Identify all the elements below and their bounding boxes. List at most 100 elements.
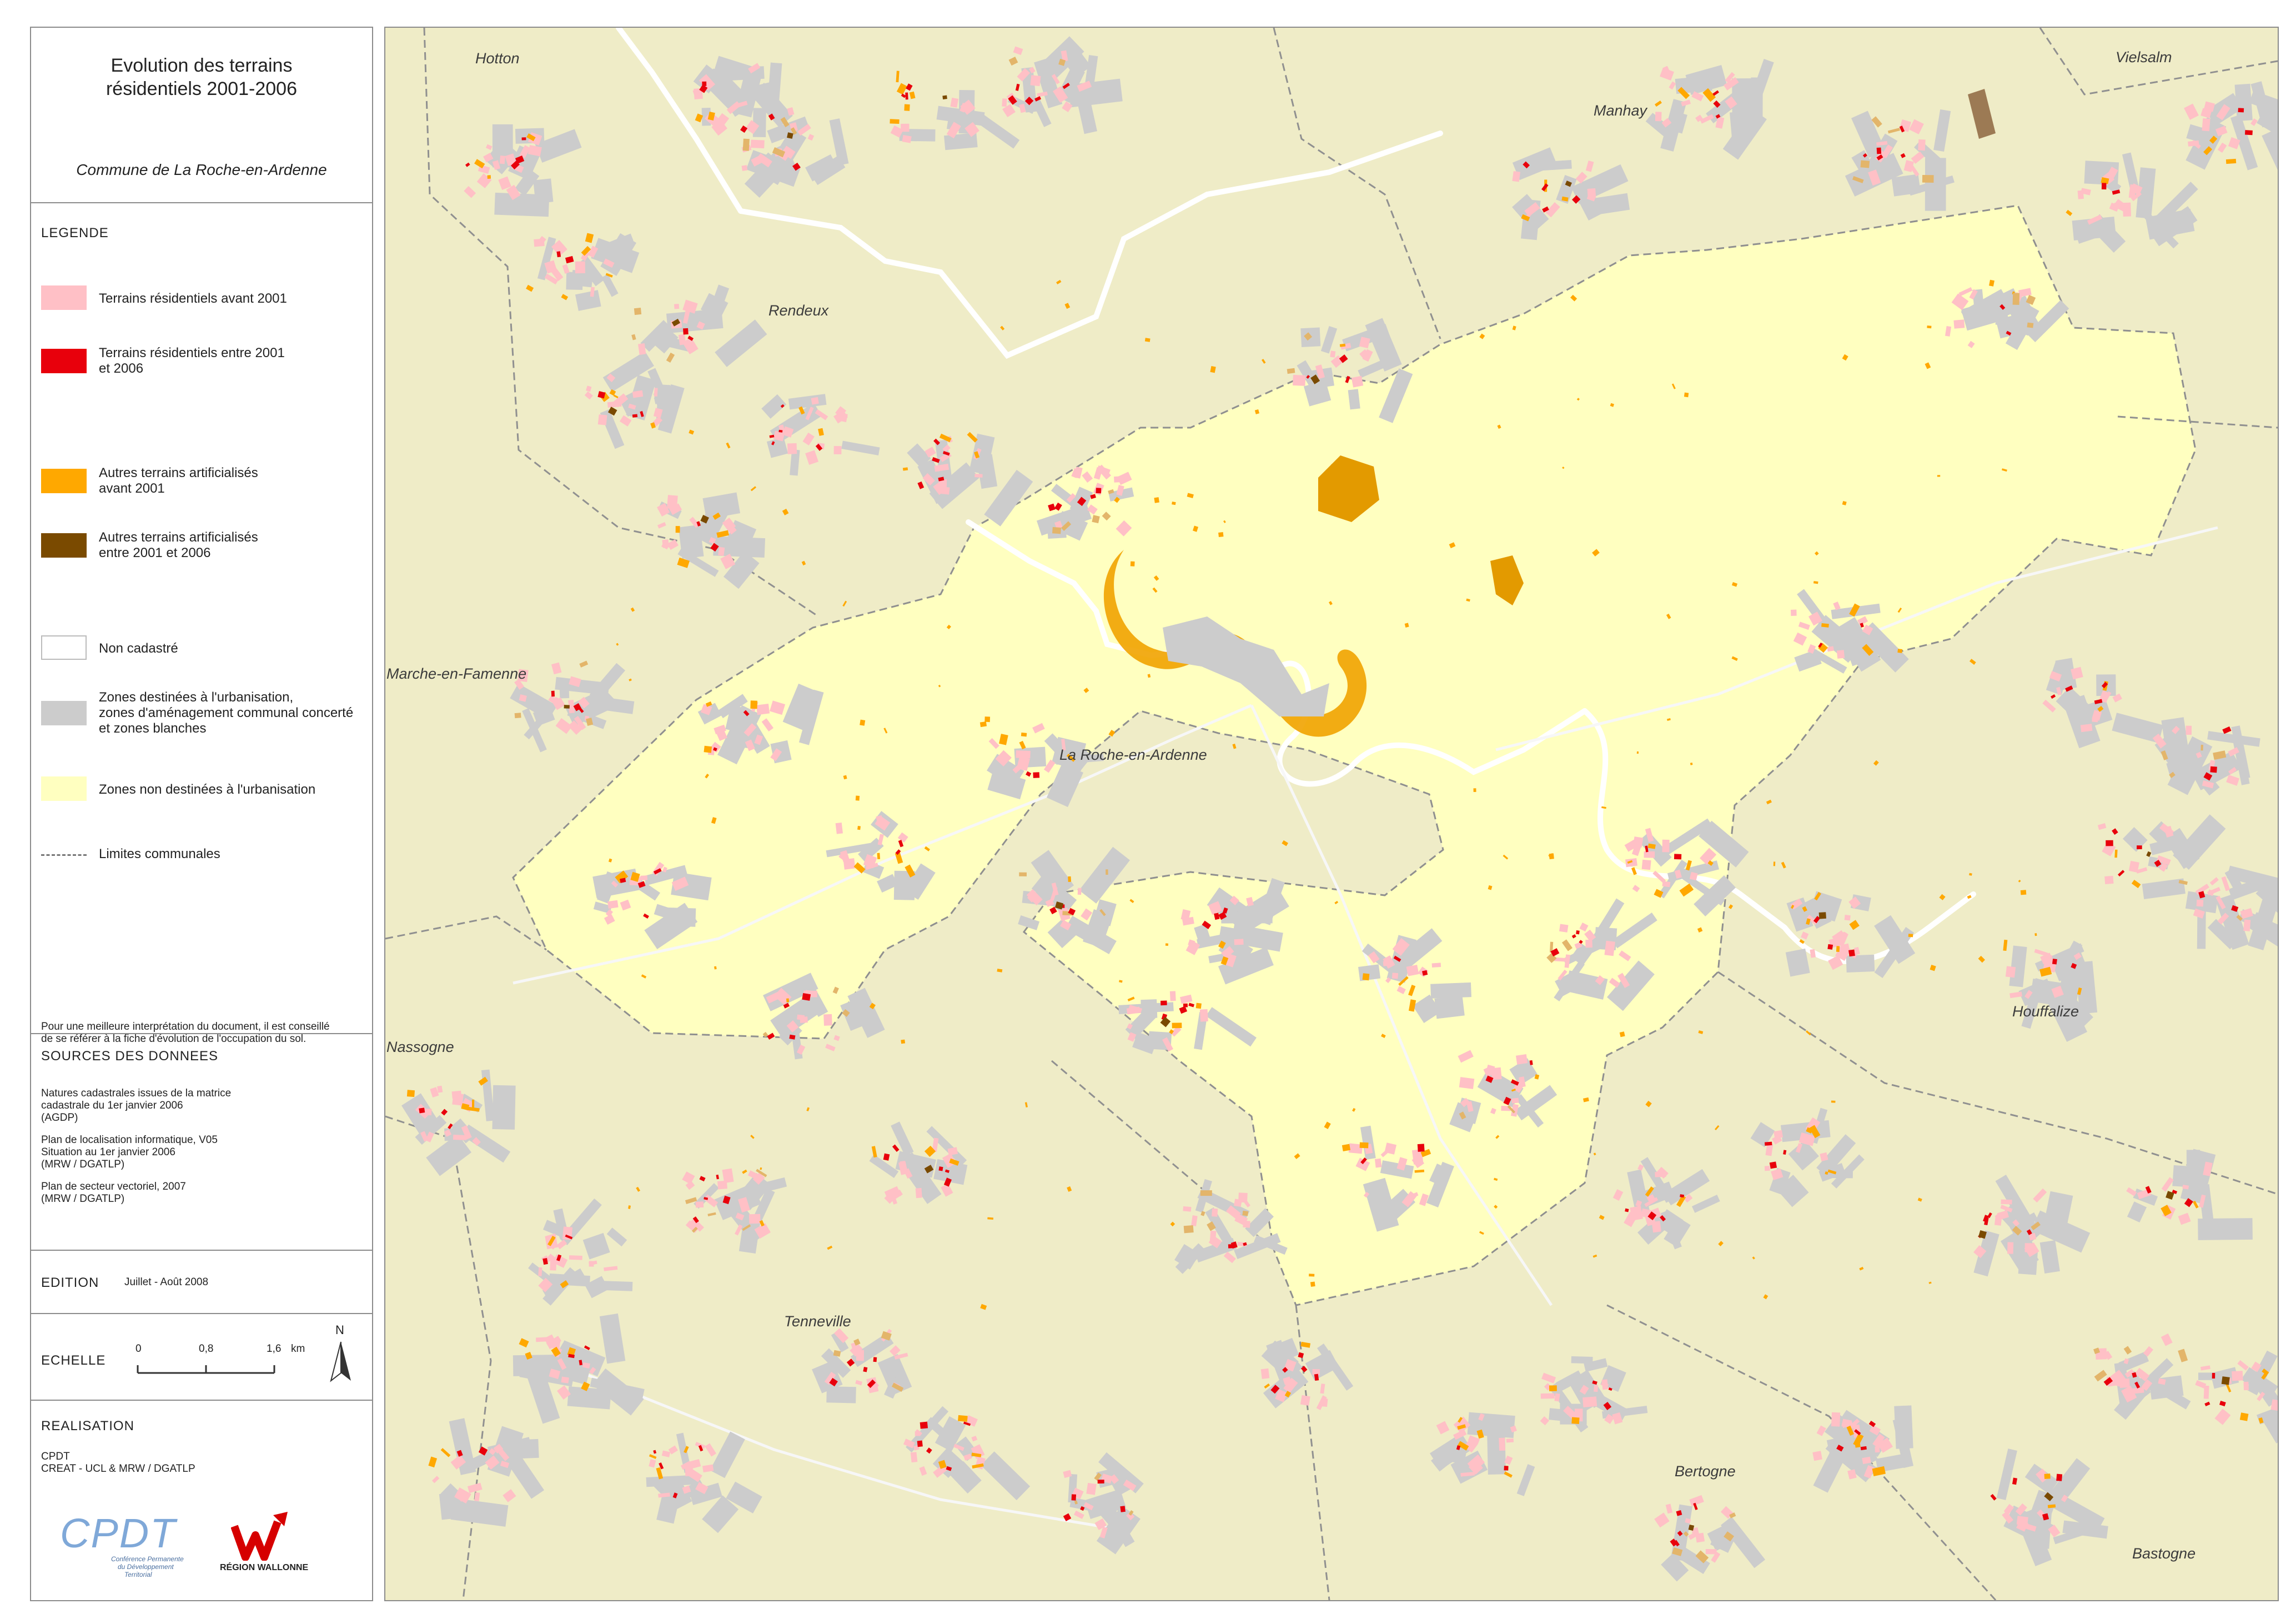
residential-parcel — [695, 1201, 704, 1208]
artificial-parcel — [2012, 293, 2020, 305]
place-hotton: Hotton — [475, 50, 520, 67]
north-label: N — [335, 1323, 344, 1337]
residential-parcel — [741, 165, 748, 171]
legend-label-non-cadastre: Non cadastré — [99, 641, 178, 656]
residential-parcel — [1630, 1206, 1643, 1221]
source-line: (MRW / DGATLP) — [41, 1159, 125, 1170]
residential-parcel — [426, 1109, 432, 1116]
urbanisation-zone — [566, 272, 583, 290]
artificial-speck — [1927, 325, 1932, 329]
residential-parcel — [1875, 1446, 1880, 1453]
artificial-parcel — [1287, 368, 1295, 374]
residential-parcel — [1374, 1158, 1382, 1168]
new-residential-parcel — [2238, 108, 2244, 113]
residential-parcel — [974, 474, 983, 478]
new-residential-parcel — [1876, 147, 1882, 154]
residential-parcel — [2202, 118, 2210, 132]
artificial-parcel — [514, 713, 521, 719]
place-marche-en-famenne: Marche-en-Famenne — [386, 665, 527, 682]
residential-parcel — [1234, 1199, 1242, 1207]
artificial-speck — [860, 719, 866, 726]
residential-parcel — [797, 1014, 805, 1020]
urbanisation-zone — [2198, 1372, 2219, 1380]
residential-parcel — [718, 547, 725, 557]
residential-parcel — [1594, 1385, 1599, 1392]
artificial-speck — [1309, 1274, 1315, 1277]
artificial-speck — [1310, 1281, 1315, 1287]
residential-parcel — [2243, 1381, 2249, 1391]
artificial-parcel — [1342, 1144, 1351, 1151]
new-artificial-parcel — [2221, 1376, 2230, 1385]
residential-parcel — [1499, 1437, 1506, 1451]
residential-parcel — [1431, 963, 1441, 968]
legend-label-art-new-2: entre 2001 et 2006 — [99, 545, 211, 560]
residential-parcel — [835, 823, 843, 834]
residential-parcel — [1585, 939, 1592, 948]
residential-parcel — [1844, 915, 1851, 921]
residential-parcel — [843, 858, 856, 870]
residential-parcel — [640, 875, 648, 880]
artificial-parcel — [984, 716, 991, 723]
place-nassogne: Nassogne — [386, 1039, 454, 1055]
cpdt-logo: CPDT Conférence Permanente du Développem… — [60, 1510, 193, 1581]
scale-tick-2: 1,6 — [267, 1343, 282, 1355]
legend-label-art-new: Autres terrains artificialisés — [99, 530, 258, 545]
artificial-speck — [1773, 861, 1776, 866]
new-residential-parcel — [419, 1107, 425, 1114]
residential-parcel — [1831, 1412, 1841, 1427]
urbanisation-zone — [1894, 1405, 1913, 1449]
legend-swatch-grey-zone — [41, 701, 87, 725]
residential-parcel — [722, 1168, 734, 1184]
artificial-speck — [1937, 475, 1941, 477]
urbanisation-zone — [559, 678, 570, 699]
new-residential-parcel — [521, 137, 526, 141]
residential-parcel — [2243, 919, 2251, 931]
source-line: (AGDP) — [41, 1112, 78, 1124]
urbanisation-zone — [752, 108, 766, 137]
scale-section: ECHELLE 0 0,8 1,6 km N — [31, 1313, 372, 1400]
new-residential-parcel — [551, 690, 555, 697]
artificial-parcel — [1549, 1385, 1557, 1391]
artificial-parcel — [877, 853, 881, 860]
residential-parcel — [748, 1214, 761, 1224]
new-residential-parcel — [2212, 1372, 2215, 1379]
new-residential-parcel — [778, 429, 783, 433]
new-residential-parcel — [1071, 1494, 1077, 1501]
residential-parcel — [536, 1337, 550, 1342]
residential-parcel — [1183, 1206, 1192, 1212]
artificial-parcel — [1571, 1417, 1580, 1424]
legend-label-res-before: Terrains résidentiels avant 2001 — [99, 291, 287, 306]
artificial-parcel — [2200, 744, 2203, 751]
artificial-parcel — [1172, 1022, 1182, 1029]
artificial-parcel — [1242, 1210, 1249, 1216]
residential-parcel — [569, 1255, 582, 1260]
new-residential-parcel — [2210, 766, 2217, 773]
place-manhay: Manhay — [1594, 102, 1647, 119]
legend-label-grey-zone-2: zones d'aménagement communal concerté — [99, 705, 354, 720]
residential-parcel — [1582, 1396, 1597, 1407]
legend-label-boundary: Limites communales — [99, 846, 220, 861]
residential-parcel — [902, 134, 912, 143]
new-artificial-parcel — [564, 705, 570, 709]
residential-parcel — [915, 1187, 922, 1199]
residential-parcel — [1002, 98, 1007, 107]
new-residential-parcel — [802, 993, 811, 1001]
legend-swatch-non-cadastre — [41, 635, 87, 660]
residential-parcel — [1632, 836, 1644, 848]
new-residential-parcel — [632, 414, 638, 418]
residential-parcel — [1293, 374, 1306, 386]
artificial-parcel — [979, 721, 987, 728]
map-frame: Hotton Manhay Vielsalm Rendeux Marche-en… — [384, 27, 2279, 1601]
artificial-parcel — [1183, 1225, 1194, 1234]
artificial-parcel — [742, 138, 750, 151]
residential-parcel — [1391, 973, 1399, 979]
cpdt-logo-small1: Conférence Permanente — [111, 1555, 184, 1563]
urbanisation-zone — [1925, 158, 1946, 211]
residential-parcel — [1641, 859, 1651, 870]
legend-swatch-non-urban — [41, 776, 87, 801]
artificial-parcel — [471, 1099, 475, 1110]
new-residential-parcel — [938, 1166, 943, 1171]
residential-parcel — [1234, 939, 1244, 945]
artificial-speck — [1218, 532, 1224, 538]
residential-parcel — [1506, 1438, 1514, 1443]
